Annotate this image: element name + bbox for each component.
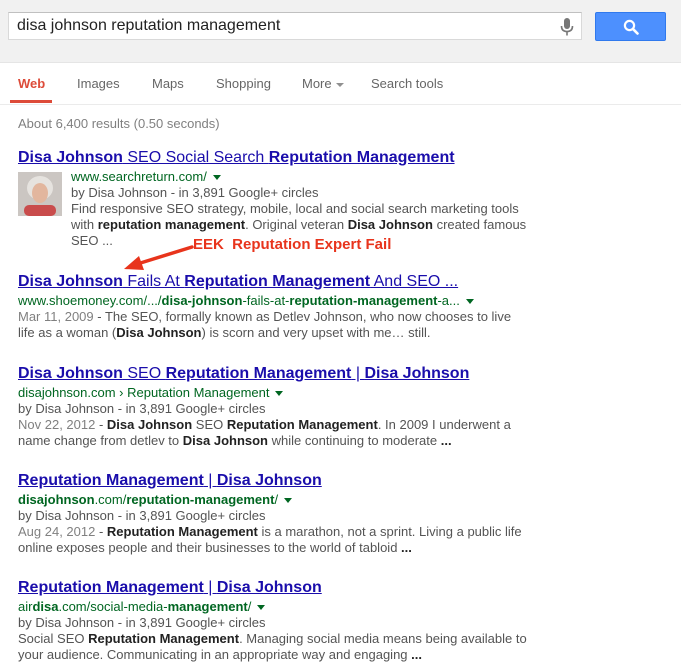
tab-search-tools[interactable]: Search tools <box>371 76 443 91</box>
result-title-link[interactable]: Reputation Management | Disa Johnson <box>18 471 538 491</box>
url-caret-icon[interactable] <box>257 605 266 611</box>
search-result: Reputation Management | Disa Johnson air… <box>18 578 538 662</box>
tab-web[interactable]: Web <box>18 76 45 91</box>
author-line: by Disa Johnson - in 3,891 Google+ circl… <box>18 615 266 630</box>
caret-down-icon <box>335 82 344 87</box>
tab-more-label: More <box>302 76 332 91</box>
result-date: Nov 22, 2012 <box>18 417 96 432</box>
result-url[interactable]: disajohnson.com/reputation-management/ <box>18 491 538 508</box>
result-stats: About 6,400 results (0.50 seconds) <box>18 116 220 131</box>
result-title-link[interactable]: Disa Johnson Fails At Reputation Managem… <box>18 272 538 292</box>
result-snippet: Nov 22, 2012 - Disa Johnson SEO Reputati… <box>18 417 511 448</box>
annotation-label: EEK Reputation Expert Fail <box>193 236 392 253</box>
url-caret-icon[interactable] <box>284 498 293 504</box>
search-button[interactable] <box>595 12 666 41</box>
tab-more[interactable]: More <box>302 76 344 91</box>
url-caret-icon[interactable] <box>212 175 221 181</box>
result-snippet: Social SEO Reputation Management. Managi… <box>18 631 527 662</box>
url-caret-icon[interactable] <box>275 391 284 397</box>
result-url[interactable]: www.searchreturn.com/ <box>71 168 541 185</box>
author-line: by Disa Johnson - in 3,891 Google+ circl… <box>18 508 266 523</box>
result-url[interactable]: www.shoemoney.com/.../disa-johnson-fails… <box>18 292 538 309</box>
active-tab-indicator <box>10 100 52 103</box>
author-line: by Disa Johnson - in 3,891 Google+ circl… <box>18 401 266 416</box>
search-result: Disa Johnson SEO Social Search Reputatio… <box>18 148 538 248</box>
author-avatar[interactable] <box>18 172 62 216</box>
search-input[interactable] <box>17 16 547 36</box>
author-line: by Disa Johnson - in 3,891 Google+ circl… <box>71 185 319 200</box>
result-snippet: Mar 11, 2009 - The SEO, formally known a… <box>18 309 512 340</box>
search-result: Disa Johnson SEO Reputation Management |… <box>18 364 538 454</box>
microphone-icon[interactable] <box>560 18 574 36</box>
search-box[interactable] <box>8 12 582 40</box>
search-header <box>0 0 681 63</box>
result-url[interactable]: airdisa.com/social-media-management/ <box>18 598 538 615</box>
result-date: Aug 24, 2012 <box>18 524 96 539</box>
result-snippet: Aug 24, 2012 - Reputation Management is … <box>18 524 522 555</box>
tab-shopping[interactable]: Shopping <box>216 76 271 91</box>
search-result: Reputation Management | Disa Johnson dis… <box>18 471 538 561</box>
annotation-arrow-icon <box>124 245 194 270</box>
result-title-link[interactable]: Reputation Management | Disa Johnson <box>18 578 538 598</box>
result-title-link[interactable]: Disa Johnson SEO Social Search Reputatio… <box>18 148 538 168</box>
url-caret-icon[interactable] <box>465 299 474 305</box>
result-date: Mar 11, 2009 <box>18 309 94 324</box>
result-url[interactable]: disajohnson.com › Reputation Management <box>18 384 538 401</box>
search-tabs: Web Images Maps Shopping More Search too… <box>0 62 681 105</box>
magnifier-icon <box>623 19 639 35</box>
result-title-link[interactable]: Disa Johnson SEO Reputation Management |… <box>18 364 538 384</box>
search-result: Disa Johnson Fails At Reputation Managem… <box>18 272 538 342</box>
tab-images[interactable]: Images <box>77 76 120 91</box>
tab-maps[interactable]: Maps <box>152 76 184 91</box>
